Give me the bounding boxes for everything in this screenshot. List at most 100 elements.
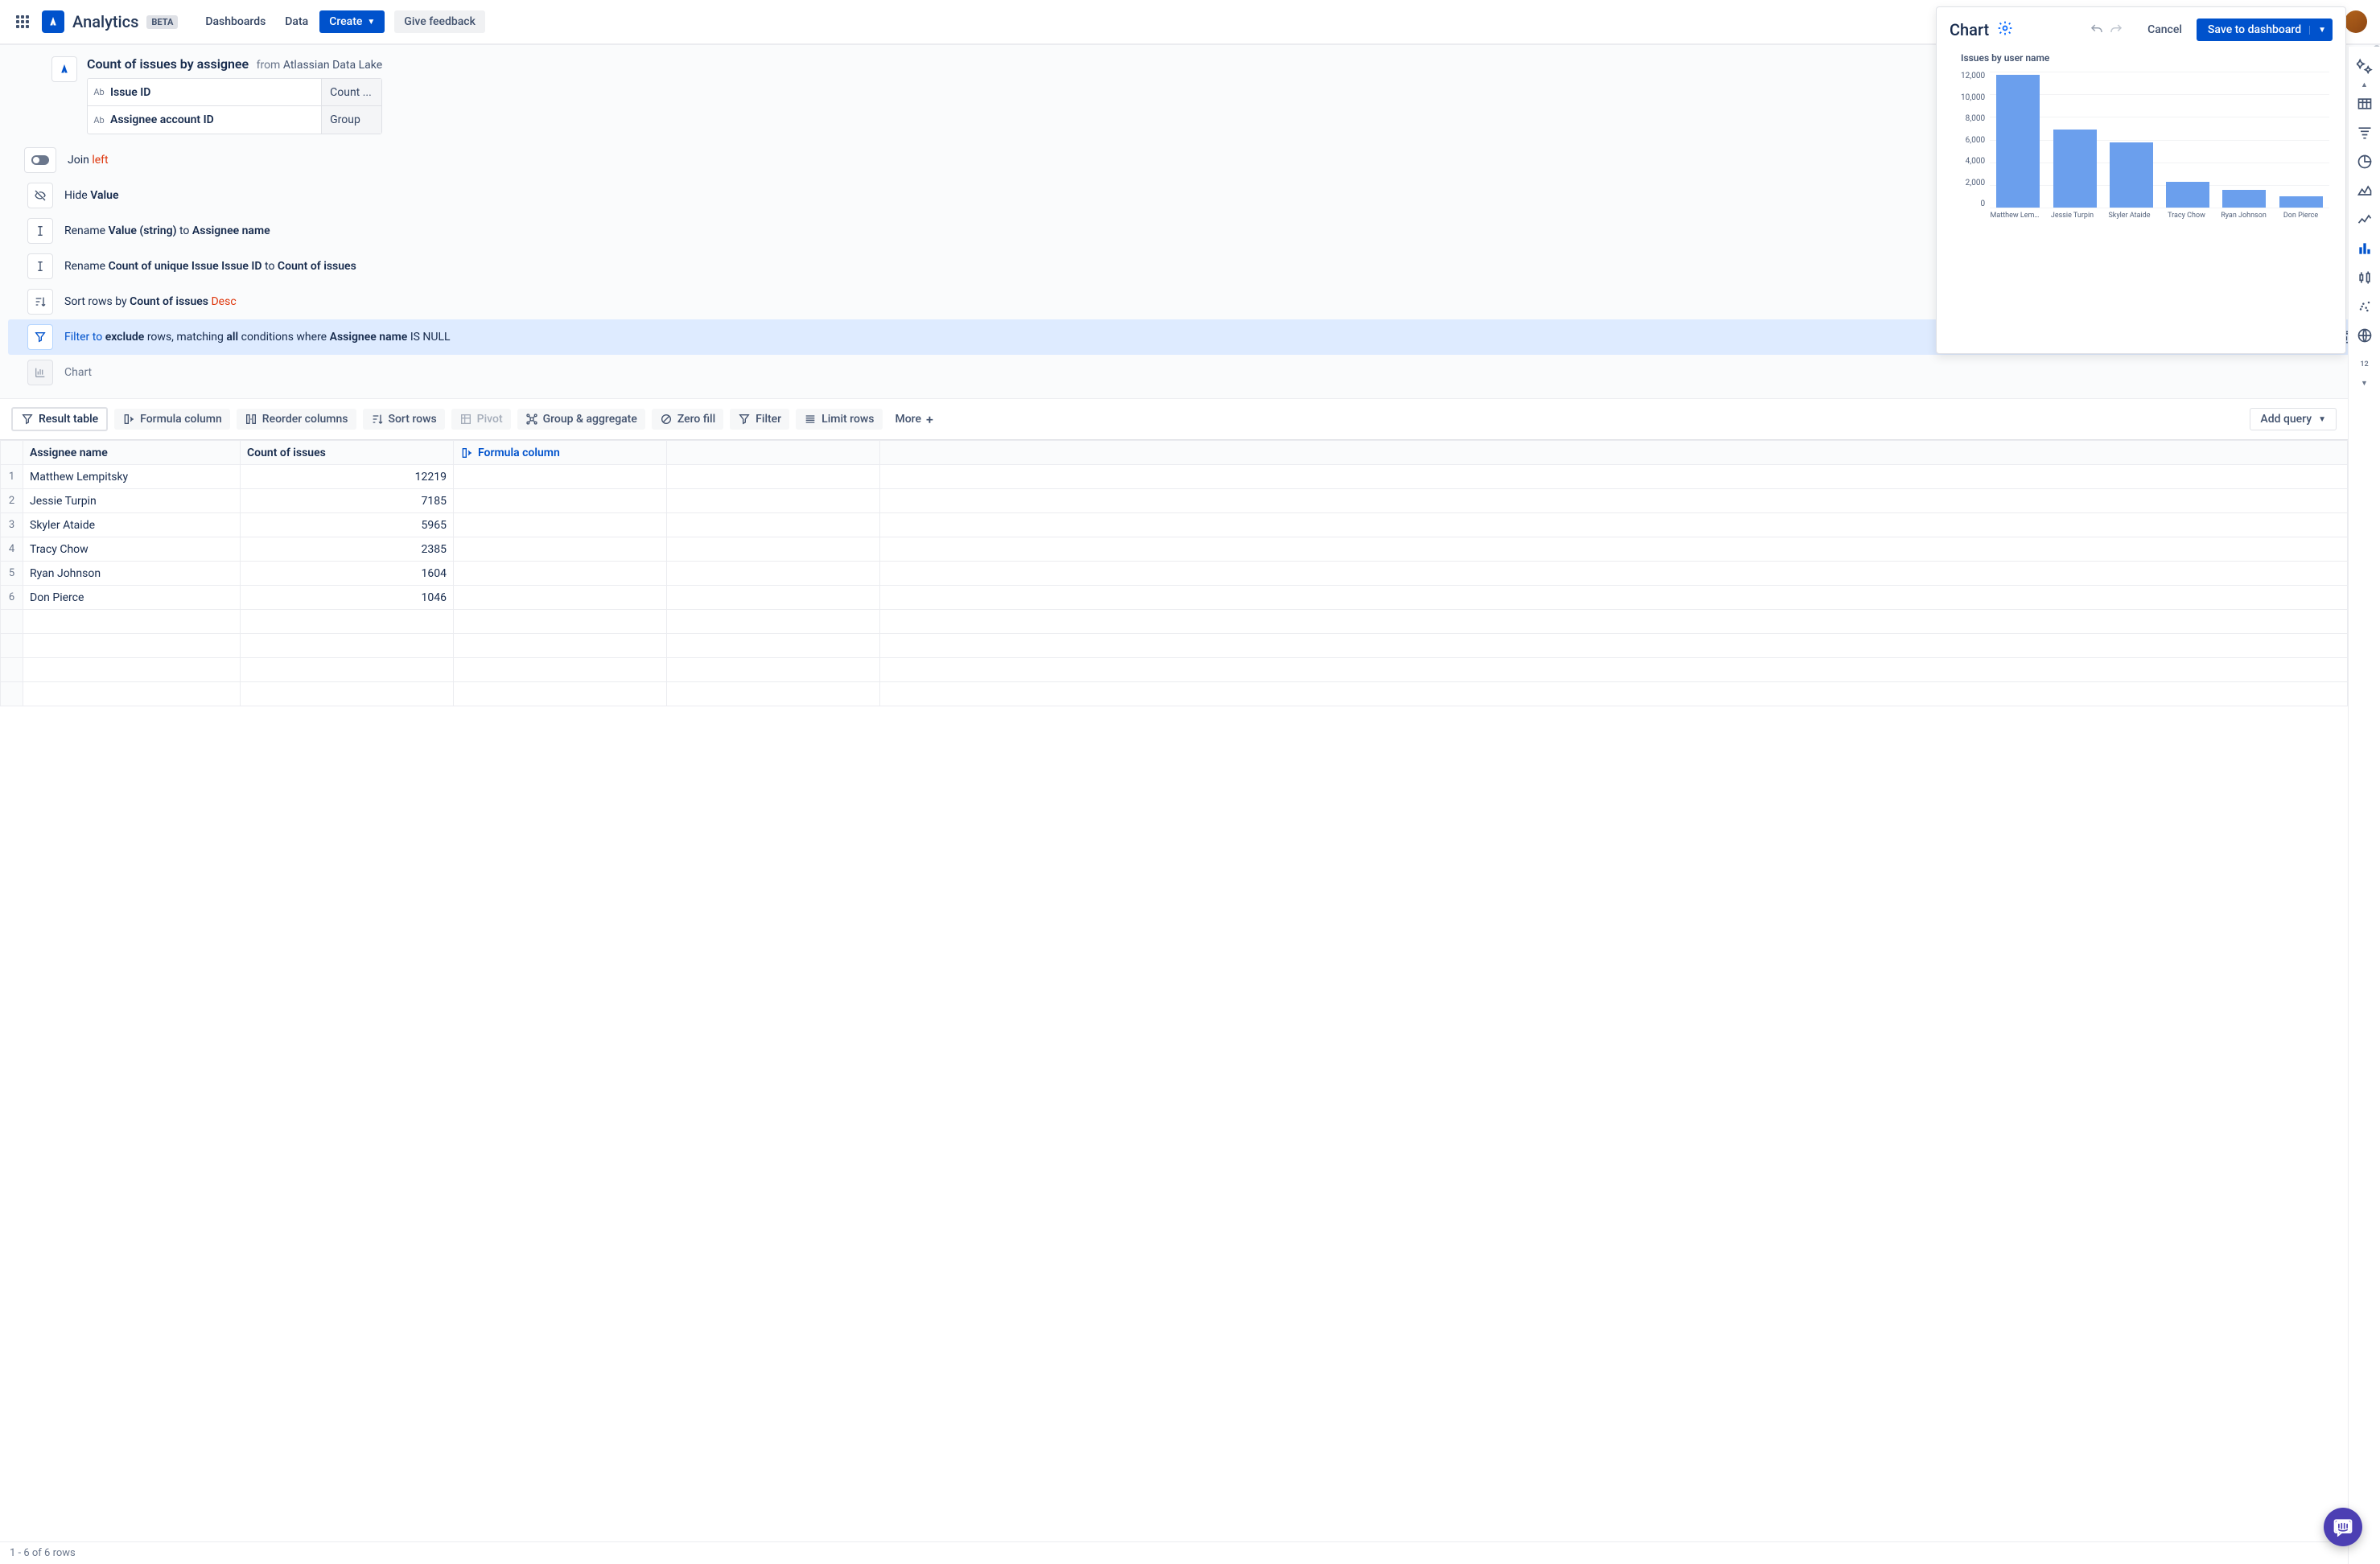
chart-settings-icon[interactable] xyxy=(1997,20,2013,39)
feedback-button[interactable]: Give feedback xyxy=(394,10,485,33)
col-header-empty xyxy=(667,441,880,465)
field-aggregation[interactable]: Count ... xyxy=(321,79,381,105)
zero-fill-button[interactable]: Zero fill xyxy=(652,409,723,430)
chart-bar[interactable] xyxy=(2110,142,2153,208)
table-chart-icon[interactable] xyxy=(2352,91,2378,117)
rename-from: Value (string) xyxy=(109,224,177,237)
hide-target: Value xyxy=(90,189,118,202)
x-tick-label: Tracy Chow xyxy=(2162,212,2212,220)
table-row-empty xyxy=(1,682,2348,706)
col-header-count[interactable]: Count of issues xyxy=(241,441,454,465)
boxplot-icon[interactable] xyxy=(2352,265,2378,290)
product-name: Analytics xyxy=(72,12,138,31)
cell-empty xyxy=(667,586,880,610)
area-chart-icon[interactable] xyxy=(2352,178,2378,204)
join-toggle-icon[interactable] xyxy=(24,147,56,173)
formula-col-label: Formula column xyxy=(478,447,560,459)
table-row[interactable]: 1 Matthew Lempitsky 12219 xyxy=(1,465,2348,489)
rename-prefix: Rename xyxy=(64,260,105,273)
table-row[interactable]: 2 Jessie Turpin 7185 xyxy=(1,489,2348,513)
cell-count: 1604 xyxy=(241,562,454,586)
chart-bar[interactable] xyxy=(2222,190,2266,208)
filter-prefix: Filter to xyxy=(64,331,102,344)
table-row[interactable]: 3 Skyler Ataide 5965 xyxy=(1,513,2348,537)
number-chart-icon[interactable]: 12 xyxy=(2352,352,2378,377)
cell-empty xyxy=(454,513,667,537)
cell-empty xyxy=(880,562,2348,586)
product-logo-icon[interactable] xyxy=(42,10,64,33)
filter-button[interactable]: Filter xyxy=(730,409,789,430)
save-to-dashboard-button[interactable]: Save to dashboard ▼ xyxy=(2197,19,2333,41)
undo-icon[interactable] xyxy=(2090,23,2104,37)
cell-assignee: Skyler Ataide xyxy=(23,513,241,537)
result-table: Assignee name Count of issues Formula co… xyxy=(0,439,2348,1541)
more-button[interactable]: More + xyxy=(889,408,940,431)
cell-assignee: Matthew Lempitsky xyxy=(23,465,241,489)
table-row[interactable]: 5 Ryan Johnson 1604 xyxy=(1,562,2348,586)
map-chart-icon[interactable] xyxy=(2352,323,2378,348)
table-footer: 1 - 6 of 6 rows xyxy=(0,1541,2380,1564)
sort-rows-button[interactable]: Sort rows xyxy=(363,409,445,430)
zero-label: Zero fill xyxy=(677,413,715,426)
rail-caret-up-icon[interactable]: ▲ xyxy=(2361,80,2368,89)
y-axis: 12,00010,0008,0006,0004,0002,0000 xyxy=(1961,72,1990,208)
rename-to: Count of issues xyxy=(278,260,356,273)
chart-bar[interactable] xyxy=(2053,130,2097,208)
nav-dashboards[interactable]: Dashboards xyxy=(197,9,274,35)
cell-empty xyxy=(667,537,880,562)
chart-bar[interactable] xyxy=(2279,196,2323,208)
filter-mid1: rows, matching xyxy=(147,331,224,344)
rename-icon xyxy=(27,218,53,244)
cancel-button[interactable]: Cancel xyxy=(2139,19,2190,41)
chart-bar[interactable] xyxy=(1996,75,2040,208)
intercom-launcher[interactable] xyxy=(2324,1508,2362,1546)
nav-data[interactable]: Data xyxy=(277,9,316,35)
y-tick-label: 6,000 xyxy=(1961,136,1985,145)
app-switcher-icon[interactable] xyxy=(13,12,32,31)
line-chart-icon[interactable] xyxy=(2352,207,2378,233)
table-row[interactable]: 4 Tracy Chow 2385 xyxy=(1,537,2348,562)
pie-chart-icon[interactable] xyxy=(2352,149,2378,175)
chart-preview-panel: Chart Cancel Save to dashboard ▼ Issues … xyxy=(1936,6,2346,354)
funnel-chart-icon[interactable] xyxy=(2352,120,2378,146)
col-header-assignee[interactable]: Assignee name xyxy=(23,441,241,465)
plus-icon: + xyxy=(926,412,933,427)
sort-icon xyxy=(27,289,53,315)
group-aggregate-button[interactable]: Group & aggregate xyxy=(517,409,645,430)
sort-dir: Desc xyxy=(211,295,236,308)
filter-all: all xyxy=(226,331,238,344)
query-source[interactable]: Atlassian Data Lake xyxy=(283,59,382,72)
add-query-button[interactable]: Add query ▼ xyxy=(2250,408,2337,430)
limit-rows-button[interactable]: Limit rows xyxy=(796,409,882,430)
user-avatar[interactable] xyxy=(2345,10,2367,33)
col-header-empty xyxy=(880,441,2348,465)
magic-icon[interactable] xyxy=(2352,53,2378,79)
chart-bar[interactable] xyxy=(2166,182,2209,208)
filter-mode: exclude xyxy=(105,331,145,344)
rail-caret-down-icon[interactable]: ▼ xyxy=(2361,379,2368,388)
col-header-formula[interactable]: Formula column xyxy=(454,441,667,465)
field-row[interactable]: Ab Issue ID Count ... xyxy=(88,79,381,106)
field-row[interactable]: Ab Assignee account ID Group xyxy=(88,106,381,134)
create-button[interactable]: Create ▼ xyxy=(319,10,385,33)
step-chart[interactable]: Chart xyxy=(8,355,2372,390)
query-title: Count of issues by assignee xyxy=(87,56,249,72)
cell-empty xyxy=(454,537,667,562)
cell-empty xyxy=(667,562,880,586)
field-name: Assignee account ID xyxy=(110,113,321,126)
scatter-chart-icon[interactable] xyxy=(2352,294,2378,319)
chart-step-label: Chart xyxy=(64,366,2364,379)
bar-chart-icon[interactable] xyxy=(2352,236,2378,261)
formula-column-button[interactable]: Formula column xyxy=(114,409,230,430)
chart-type-rail: ▲ 12 ▼ xyxy=(2348,47,2380,1564)
cell-empty xyxy=(667,489,880,513)
table-toolbar: Result table Formula column Reorder colu… xyxy=(0,398,2380,439)
field-type-icon: Ab xyxy=(88,87,110,97)
redo-icon[interactable] xyxy=(2109,23,2123,37)
query-source-icon[interactable] xyxy=(51,56,77,82)
table-row[interactable]: 6 Don Pierce 1046 xyxy=(1,586,2348,610)
result-table-button[interactable]: Result table xyxy=(11,407,108,431)
chevron-down-icon[interactable]: ▼ xyxy=(2309,26,2326,35)
reorder-columns-button[interactable]: Reorder columns xyxy=(237,409,356,430)
field-aggregation[interactable]: Group xyxy=(321,106,381,134)
